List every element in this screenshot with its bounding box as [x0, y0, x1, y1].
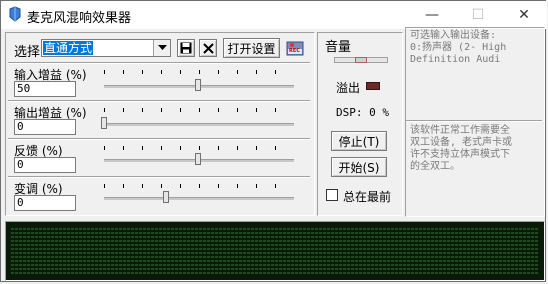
- level-meter: [5, 221, 545, 281]
- preset-selected-value: 直通方式: [43, 41, 94, 55]
- volume-slider[interactable]: [334, 57, 388, 63]
- maximize-button[interactable]: ☐: [455, 1, 501, 29]
- info-panel: 可选输入输出设备: 0:扬声器 (2- High Definition Audi…: [405, 27, 545, 217]
- pitch-field[interactable]: 0: [14, 195, 76, 211]
- open-settings-button[interactable]: 打开设置: [223, 38, 280, 58]
- input-gain-field[interactable]: 50: [14, 81, 76, 97]
- tick-marks: [104, 184, 294, 188]
- divider: [406, 120, 542, 122]
- overflow-label: 溢出: [336, 81, 361, 95]
- overflow-indicator: [366, 82, 380, 90]
- compatibility-note-text: 该软件正常工作需要全 双工设备, 老式声卡或 许不支持立体声模式下 的全双工。: [410, 125, 513, 172]
- pitch-slider-thumb[interactable]: [163, 191, 170, 203]
- close-icon: ✕: [518, 7, 530, 23]
- volume-panel: 音量 溢出 DSP: 0 % 停止(T) 开始(S) 总在最前: [317, 32, 403, 216]
- tick-marks: [104, 146, 294, 150]
- tick-marks: [104, 108, 294, 112]
- volume-slider-thumb[interactable]: [355, 57, 367, 63]
- output-gain-slider-thumb[interactable]: [101, 117, 107, 129]
- x-icon: [202, 42, 214, 54]
- save-button[interactable]: [177, 39, 195, 57]
- start-button[interactable]: 开始(S): [331, 157, 387, 177]
- always-on-top-label: 总在最前: [343, 190, 392, 204]
- title-bar[interactable]: 麦克风混响效果器 — ☐ ✕: [1, 1, 547, 29]
- feedback-slider-thumb[interactable]: [195, 153, 201, 165]
- dsp-readout: DSP: 0 %: [336, 106, 389, 119]
- delete-button[interactable]: [199, 39, 217, 57]
- meter-grid: [10, 226, 538, 274]
- feedback-field[interactable]: 0: [14, 157, 76, 173]
- stop-button[interactable]: 停止(T): [331, 131, 387, 151]
- rec-text: REC: [289, 48, 300, 54]
- stop-button-label: 停止(T): [338, 134, 380, 149]
- floppy-disk-icon: [180, 42, 192, 54]
- controls-panel: 选择 直通方式 打开设置 REC 输入增益 (%) 50 输出增益 (%) 0 …: [5, 32, 315, 216]
- slider-row-feedback: 反馈 (%) 0: [6, 139, 312, 175]
- app-window: 麦克风混响效果器 — ☐ ✕ 选择 直通方式 打开设置 REC 输入增益 (%)…: [0, 0, 547, 282]
- slider-row-output-gain: 输出增益 (%) 0: [6, 101, 312, 137]
- close-button[interactable]: ✕: [501, 1, 547, 29]
- preset-dropdown[interactable]: 直通方式: [41, 39, 171, 57]
- tick-marks: [104, 70, 294, 74]
- window-title: 麦克风混响效果器: [27, 11, 132, 26]
- slider-row-input-gain: 输入增益 (%) 50: [6, 63, 312, 99]
- always-on-top-checkbox[interactable]: [326, 189, 338, 201]
- device-list-text: 可选输入输出设备: 0:扬声器 (2- High Definition Audi: [410, 30, 507, 65]
- select-label: 选择: [14, 45, 41, 60]
- slider-track: [104, 197, 294, 200]
- slider-row-pitch: 变调 (%) 0: [6, 177, 312, 213]
- minimize-button[interactable]: —: [409, 1, 455, 29]
- output-gain-field[interactable]: 0: [14, 119, 76, 135]
- maximize-icon: ☐: [471, 7, 485, 23]
- slider-track: [104, 123, 294, 126]
- dropdown-arrow-button[interactable]: [153, 40, 170, 56]
- volume-label: 音量: [325, 40, 352, 55]
- chevron-down-icon: [157, 45, 167, 50]
- app-icon: [9, 6, 21, 22]
- input-gain-slider-thumb[interactable]: [195, 79, 201, 91]
- rec-button[interactable]: REC: [286, 39, 304, 57]
- minimize-icon: —: [425, 7, 439, 23]
- start-button-label: 开始(S): [338, 160, 380, 175]
- open-settings-label: 打开设置: [227, 41, 276, 56]
